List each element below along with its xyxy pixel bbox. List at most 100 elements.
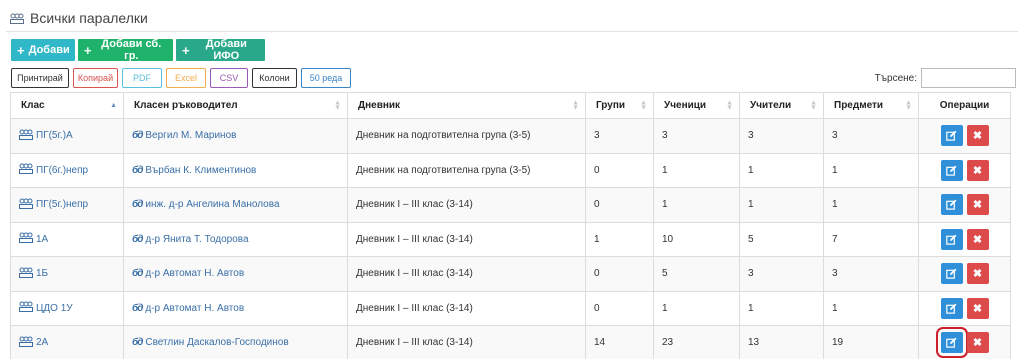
add-group-button[interactable]: + Добави сб. гр. [78,38,173,62]
sort-icon: ▲ ▼ [726,98,733,112]
copy-button[interactable]: Копирай [73,68,118,88]
table-row: 2А бд Светлин Даскалов-Господинов Дневник I… [10,325,1011,359]
col-header-label: Групи [596,100,626,111]
sort-icon: ▲ ▼ [640,98,647,112]
class-name: 2А [36,337,49,349]
class-cell: 1А [10,221,124,257]
class-teacher-link[interactable]: бд д-р Автомат Н. Автов [132,268,339,279]
col-header-groups[interactable]: Групи ▲ ▼ [585,92,654,119]
users-group-icon [19,301,33,315]
class-link[interactable]: 1Б [19,267,115,281]
subjects-cell: 19 [823,325,919,359]
sort-icon: ▲ ▼ [810,98,817,112]
sort-icon: ▲ ▼ [334,98,341,112]
users-group-icon [19,232,33,246]
teacher-name: д-р Янита Т. Тодорова [145,233,249,245]
table-row: ЦДО 1У бд д-р Автомат Н. Автов Дневник I – … [10,290,1011,326]
plus-icon: + [84,42,92,58]
delete-button[interactable]: ✖ [966,332,989,354]
class-link[interactable]: ПГ(5г.)А [19,129,115,143]
edit-icon [946,199,957,210]
class-link[interactable]: ЦДО 1У [19,301,115,315]
class-name: 1А [36,233,49,245]
edit-button[interactable] [940,159,963,181]
table-row: 1А бд д-р Янита Т. Тодорова Дневник I – III… [10,221,1011,257]
edit-icon [946,268,957,279]
users-group-icon [19,129,33,143]
page-length-button[interactable]: 50 реда [301,68,351,88]
class-teacher-link[interactable]: бд д-р Янита Т. Тодорова [132,234,339,245]
edit-button[interactable] [940,194,963,216]
edit-button[interactable] [935,327,968,359]
delete-button[interactable]: ✖ [966,228,989,250]
operations-cell: ✖ [918,325,1011,359]
col-header-teachers[interactable]: Учители ▲ ▼ [739,92,824,119]
col-header-operations: Операции [918,92,1011,119]
col-header-subjects[interactable]: Предмети ▲ ▼ [823,92,919,119]
operations-cell: ✖ [918,152,1011,188]
teacher-icon: бд [132,164,143,176]
class-teacher-link[interactable]: бд инж. д-р Ангелина Манолова [132,199,339,210]
plus-icon: + [182,42,190,58]
delete-button[interactable]: ✖ [966,159,989,181]
class-teacher-link[interactable]: бд д-р Автомат Н. Автов [132,303,339,314]
col-header-class[interactable]: Клас ▲ [10,92,124,119]
add-button[interactable]: + Добави [11,39,75,61]
table-header-row: Клас ▲ Класен ръководител ▲ ▼ Дневник ▲ ▼ Групи ▲… [10,92,1011,119]
class-name: ПГ(6г.)непр [36,164,89,176]
teacher-icon: бд [132,302,143,314]
edit-button[interactable] [940,297,963,319]
search-box: Търсене: [875,68,1016,88]
delete-button[interactable]: ✖ [966,125,989,147]
edit-button[interactable] [940,263,963,285]
col-header-students[interactable]: Ученици ▲ ▼ [653,92,740,119]
class-name: ПГ(5г.)непр [36,199,89,211]
edit-icon [946,303,957,314]
class-teacher-link[interactable]: бд Светлин Даскалов-Господинов [132,337,339,348]
teacher-name: Светлин Даскалов-Господинов [145,337,289,349]
edit-icon [946,234,957,245]
sort-icon: ▲ ▼ [572,98,579,112]
search-input[interactable] [921,68,1016,88]
row-actions: ✖ [927,194,1002,216]
col-header-diary[interactable]: Дневник ▲ ▼ [347,92,586,119]
add-ifo-button[interactable]: + Добави ИФО [176,38,265,62]
export-toolbar: Принтирай Копирай PDF Excel CSV Колони 50 реда [11,68,351,88]
teachers-cell: 3 [739,118,824,154]
delete-button[interactable]: ✖ [966,263,989,285]
row-actions: ✖ [927,125,1002,147]
excel-button[interactable]: Excel [166,68,206,88]
class-link[interactable]: 2А [19,336,115,350]
delete-icon: ✖ [972,268,983,281]
edit-button[interactable] [940,228,963,250]
class-teacher-cell: бд д-р Автомат Н. Автов [123,290,348,326]
students-cell: 10 [653,221,740,257]
diary-cell: Дневник I – III клас (3-14) [347,187,586,223]
row-actions: ✖ [927,159,1002,181]
edit-button[interactable] [940,125,963,147]
delete-button[interactable]: ✖ [966,194,989,216]
col-header-class-teacher[interactable]: Класен ръководител ▲ ▼ [123,92,348,119]
students-cell: 5 [653,256,740,292]
class-link[interactable]: ПГ(6г.)непр [19,163,115,177]
class-teacher-link[interactable]: бд Върбан К. Климентинов [132,165,339,176]
edit-icon [946,337,957,348]
operations-cell: ✖ [918,221,1011,257]
col-header-label: Клас [21,100,45,111]
teacher-icon: бд [132,337,143,349]
row-actions: ✖ [927,228,1002,250]
students-cell: 1 [653,290,740,326]
columns-button[interactable]: Колони [252,68,297,88]
pdf-button[interactable]: PDF [122,68,162,88]
delete-button[interactable]: ✖ [966,297,989,319]
table-body: ПГ(5г.)А бд Вергил М. Маринов Дневник на по… [10,118,1011,359]
print-button[interactable]: Принтирай [11,68,69,88]
class-cell: 2А [10,325,124,359]
row-actions: ✖ [927,263,1002,285]
class-teacher-cell: бд Светлин Даскалов-Господинов [123,325,348,359]
class-link[interactable]: ПГ(5г.)непр [19,198,115,212]
class-teacher-link[interactable]: бд Вергил М. Маринов [132,130,339,141]
csv-button[interactable]: CSV [210,68,248,88]
operations-cell: ✖ [918,118,1011,154]
class-link[interactable]: 1А [19,232,115,246]
